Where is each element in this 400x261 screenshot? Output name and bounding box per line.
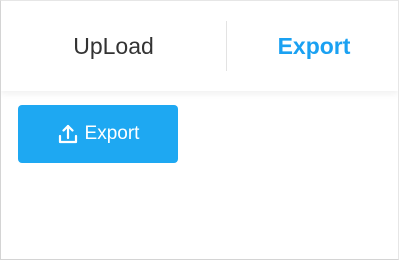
panel: UpLoad Export Export [0, 0, 399, 260]
export-button[interactable]: Export [18, 105, 178, 163]
tab-bar: UpLoad Export [1, 1, 398, 91]
tab-export[interactable]: Export [227, 1, 398, 91]
tab-upload[interactable]: UpLoad [1, 1, 226, 91]
export-button-label: Export [84, 123, 140, 144]
upload-icon [57, 123, 79, 145]
